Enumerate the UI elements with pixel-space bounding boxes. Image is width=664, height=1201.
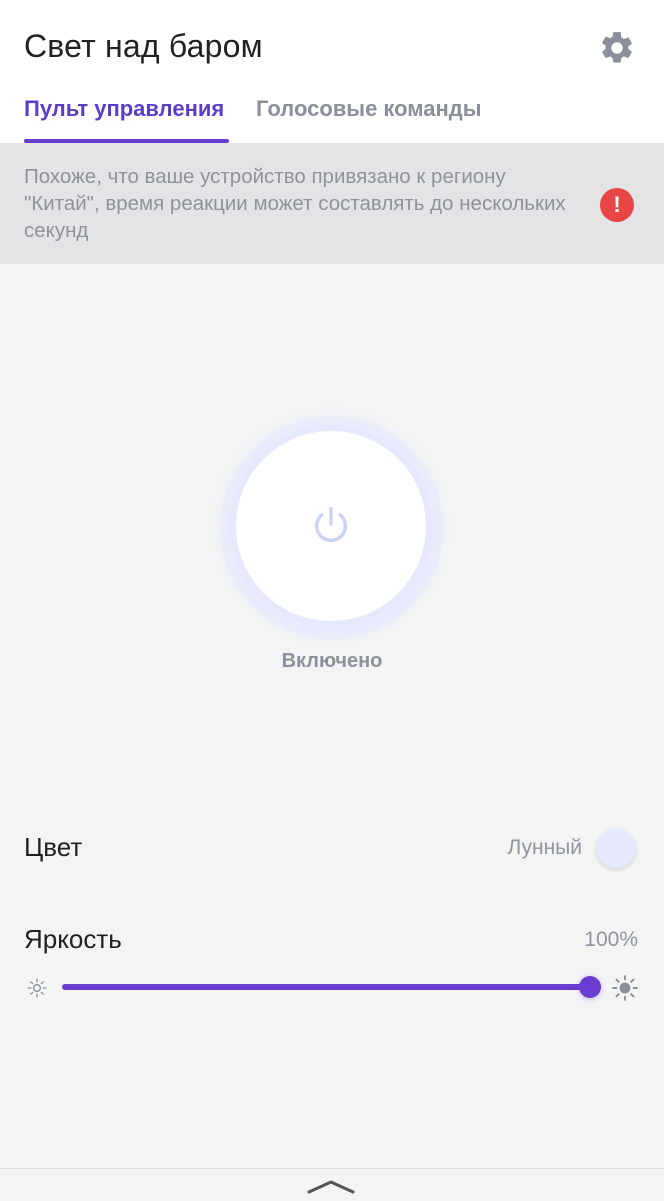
region-warning-text: Похоже, что ваше устройство привязано к … (24, 165, 566, 242)
brightness-label: Яркость (24, 924, 122, 954)
gear-icon[interactable] (598, 29, 636, 67)
brightness-slider-track[interactable] (62, 984, 592, 990)
power-icon (314, 507, 348, 542)
color-value[interactable]: Лунный (507, 836, 582, 860)
page-title: Свет над баром (24, 28, 263, 64)
color-label: Цвет (24, 832, 83, 862)
alert-icon-glyph: ! (613, 192, 621, 217)
power-state-label: Включено (281, 650, 383, 672)
sun-small-icon (27, 978, 47, 998)
tab-remote-control[interactable]: Пульт управления (24, 96, 224, 122)
tab-voice-commands[interactable]: Голосовые команды (256, 96, 482, 122)
power-button[interactable] (236, 431, 426, 621)
alert-icon: ! (600, 188, 634, 222)
chevron-up-icon[interactable] (306, 1176, 356, 1196)
color-swatch[interactable] (596, 828, 636, 868)
sun-large-icon (612, 975, 638, 1001)
brightness-value: 100% (584, 928, 638, 951)
brightness-slider-thumb[interactable] (579, 976, 601, 998)
